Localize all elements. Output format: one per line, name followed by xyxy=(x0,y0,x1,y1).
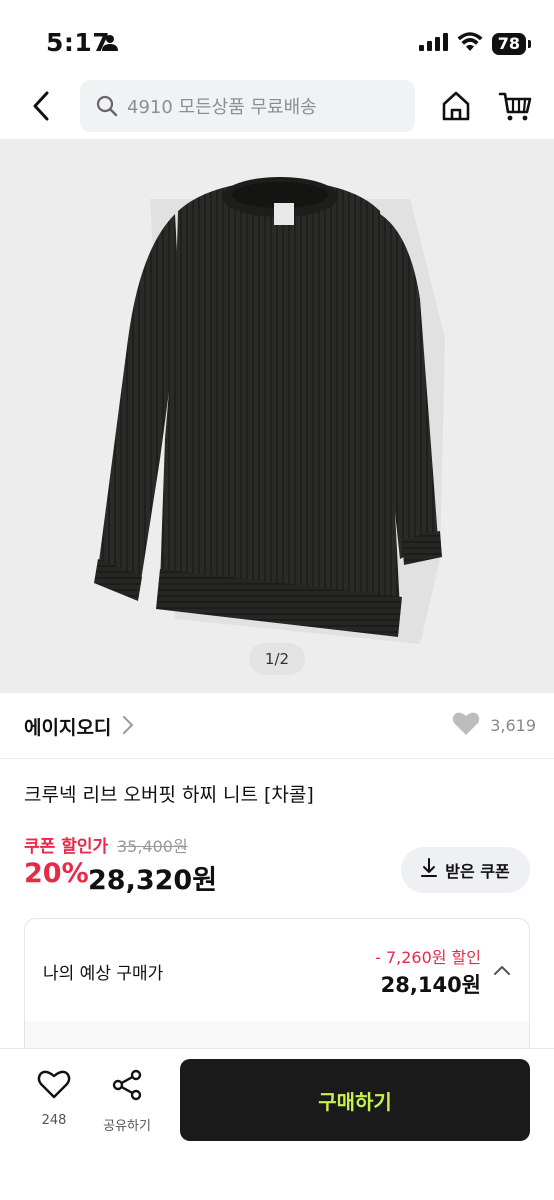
search-input[interactable]: 4910 모든상품 무료배송 xyxy=(80,80,415,132)
product-image[interactable] xyxy=(0,139,554,693)
coupon-button-label: 받은 쿠폰 xyxy=(445,862,510,881)
search-icon xyxy=(96,95,118,117)
top-header: 4910 모든상품 무료배송 xyxy=(0,80,554,138)
brand-link[interactable]: 에이지오디 xyxy=(24,713,111,740)
person-icon xyxy=(101,34,119,56)
heart-outline-icon xyxy=(37,1070,71,1103)
wifi-icon xyxy=(457,32,483,56)
coupon-button[interactable]: 받은 쿠폰 xyxy=(401,847,530,893)
share-label: 공유하기 xyxy=(103,1119,151,1134)
brand-like-count: 3,619 xyxy=(490,716,536,735)
original-price: 35,400원 xyxy=(117,837,188,856)
chevron-left-icon xyxy=(31,91,51,125)
search-placeholder: 4910 모든상품 무료배송 xyxy=(127,97,317,118)
home-icon xyxy=(440,91,472,126)
buy-button[interactable]: 구매하기 xyxy=(180,1059,530,1141)
bottom-action-bar: 248 공유하기 구매하기 xyxy=(0,1048,554,1200)
cart-icon xyxy=(498,92,532,126)
share-icon xyxy=(111,1069,143,1105)
discount-rate: 20% xyxy=(24,858,89,889)
expected-discount: - 7,260원 할인 xyxy=(375,948,481,967)
brand-like-button[interactable]: 3,619 xyxy=(452,711,536,740)
expected-price: 28,140원 xyxy=(380,973,481,997)
expected-price-card[interactable]: 나의 예상 구매가 - 7,260원 할인 28,140원 xyxy=(24,918,530,1068)
signal-icon xyxy=(418,32,448,56)
chevron-right-icon xyxy=(122,715,134,739)
battery-indicator: 78 xyxy=(491,33,532,55)
brand-row: 에이지오디 3,619 xyxy=(0,693,554,759)
product-title: 크루넥 리브 오버핏 하찌 니트 [차콜] xyxy=(24,784,314,806)
home-button[interactable] xyxy=(440,90,474,124)
like-count: 248 xyxy=(41,1113,67,1128)
download-icon xyxy=(421,858,438,882)
heart-icon xyxy=(452,711,480,740)
coupon-price-label: 쿠폰 할인가 xyxy=(24,837,109,857)
image-counter: 1/2 xyxy=(249,643,305,675)
chevron-up-icon[interactable] xyxy=(493,961,511,980)
status-indicators: 78 xyxy=(418,32,532,56)
expected-price-label: 나의 예상 구매가 xyxy=(43,964,164,984)
cart-button[interactable] xyxy=(498,90,532,124)
like-button[interactable]: 248 xyxy=(30,1069,78,1128)
status-bar: 5:17 78 xyxy=(0,0,554,80)
share-button[interactable]: 공유하기 xyxy=(97,1069,157,1134)
back-button[interactable] xyxy=(24,88,58,128)
sweater-image xyxy=(94,177,445,644)
sale-price: 28,320원 xyxy=(88,865,218,896)
